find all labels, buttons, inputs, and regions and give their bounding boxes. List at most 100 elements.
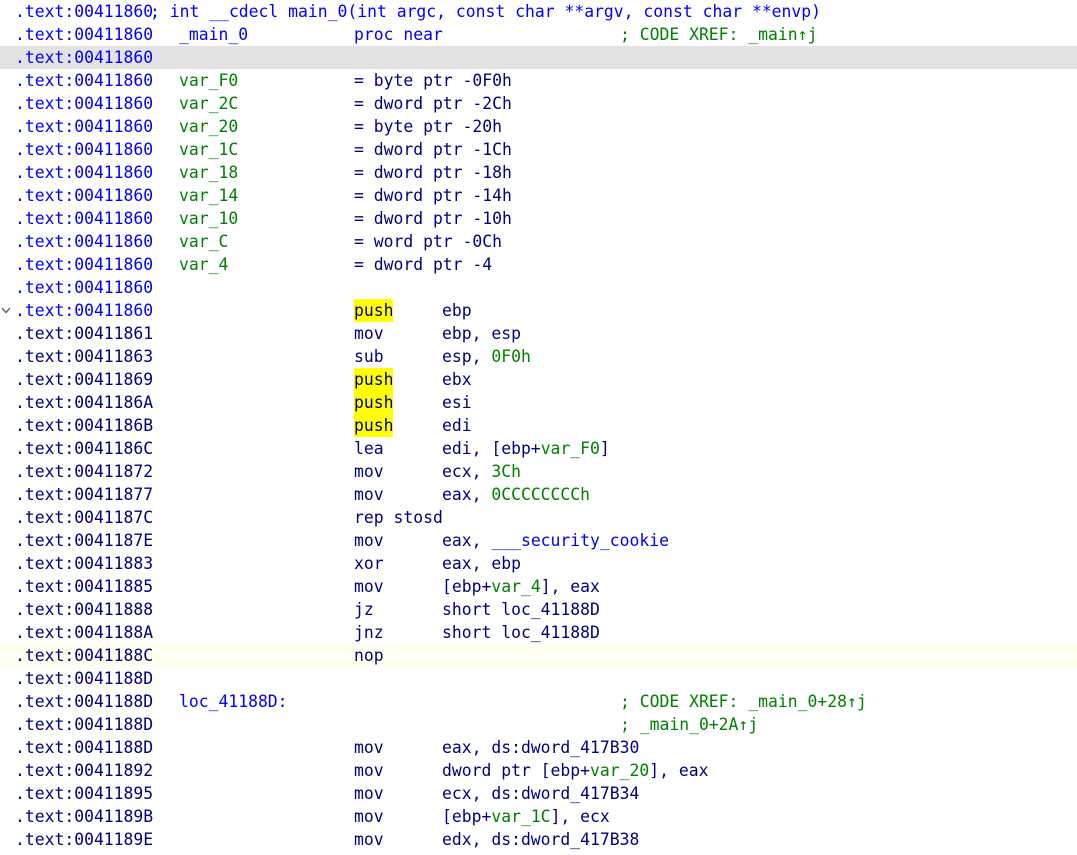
var-def: = dword ptr -2Ch bbox=[354, 94, 512, 113]
stack-var-line[interactable]: .text:00411860 var_20 = byte ptr -20h bbox=[0, 115, 1077, 138]
instruction-line[interactable]: .text:0041189E mov edx, ds:dword_417B38 bbox=[0, 828, 1077, 851]
var-def: = dword ptr -1Ch bbox=[354, 140, 512, 159]
xref-comment[interactable]: ; _main_0+2A↑j bbox=[620, 713, 758, 736]
instruction-line[interactable]: .text:00411883 xor eax, ebp bbox=[0, 552, 1077, 575]
instruction-line[interactable]: .text:0041187E mov eax, ___security_cookie bbox=[0, 529, 1077, 552]
operands[interactable]: ebp, esp bbox=[442, 322, 521, 345]
operands[interactable]: ecx, 3Ch bbox=[442, 460, 521, 483]
address: .text:00411860 bbox=[15, 140, 154, 159]
label-line[interactable]: .text:0041188D loc_41188D: ; CODE XREF: _m… bbox=[0, 690, 1077, 713]
mnemonic[interactable]: mov bbox=[354, 575, 384, 598]
operands[interactable]: dword ptr [ebp+var_20], eax bbox=[442, 759, 708, 782]
var-name[interactable]: var_C bbox=[179, 230, 228, 253]
operands[interactable]: eax, ebp bbox=[442, 552, 521, 575]
operands[interactable]: ecx, ds:dword_417B34 bbox=[442, 782, 639, 805]
stack-var-line[interactable]: .text:00411860 var_4 = dword ptr -4 bbox=[0, 253, 1077, 276]
instruction-line[interactable]: .text:00411861 mov ebp, esp bbox=[0, 322, 1077, 345]
instruction-line[interactable]: .text:0041186B push edi bbox=[0, 414, 1077, 437]
listing-line[interactable]: .text:00411860 bbox=[0, 276, 1077, 299]
var-name[interactable]: var_1C bbox=[179, 138, 238, 161]
listing-line[interactable]: .text:00411860; int __cdecl main_0(int a… bbox=[0, 0, 1077, 23]
stack-var-line[interactable]: .text:00411860 var_2C = dword ptr -2Ch bbox=[0, 92, 1077, 115]
mnemonic[interactable]: mov bbox=[354, 322, 384, 345]
stack-var-line[interactable]: .text:00411860 var_14 = dword ptr -14h bbox=[0, 184, 1077, 207]
mnemonic[interactable]: push bbox=[354, 299, 394, 322]
mnemonic[interactable]: push bbox=[354, 391, 394, 414]
listing-line[interactable]: .text:00411860 _main_0 proc near ; CODE XRE… bbox=[0, 23, 1077, 46]
var-name[interactable]: var_14 bbox=[179, 184, 238, 207]
instruction-line[interactable]: .text:00411888 jz short loc_41188D bbox=[0, 598, 1077, 621]
stack-var-line[interactable]: .text:00411860 var_10 = dword ptr -10h bbox=[0, 207, 1077, 230]
address: .text:00411860 bbox=[15, 2, 154, 21]
var-name[interactable]: var_20 bbox=[179, 115, 238, 138]
var-name[interactable]: var_18 bbox=[179, 161, 238, 184]
xref-comment[interactable]: ; CODE XREF: _main_0+28↑j bbox=[620, 690, 867, 713]
code-label[interactable]: loc_41188D: bbox=[179, 690, 288, 713]
operands[interactable]: [ebp+var_1C], ecx bbox=[442, 805, 610, 828]
mnemonic[interactable]: jz bbox=[354, 598, 374, 621]
instruction-line[interactable]: .text:0041186A push esi bbox=[0, 391, 1077, 414]
stack-var-line[interactable]: .text:00411860 var_18 = dword ptr -18h bbox=[0, 161, 1077, 184]
var-def: = byte ptr -20h bbox=[354, 117, 503, 136]
operands[interactable]: short loc_41188D bbox=[442, 598, 600, 621]
operands[interactable]: esi bbox=[442, 391, 472, 414]
instruction-line[interactable]: .text:0041188D mov eax, ds:dword_417B30 bbox=[0, 736, 1077, 759]
mnemonic[interactable]: mov bbox=[354, 828, 384, 851]
var-name[interactable]: var_F0 bbox=[179, 69, 238, 92]
operands[interactable]: ebp bbox=[442, 299, 472, 322]
mnemonic[interactable]: push bbox=[354, 414, 394, 437]
mnemonic[interactable]: xor bbox=[354, 552, 384, 575]
instruction-line[interactable]: .text:00411863 sub esp, 0F0h bbox=[0, 345, 1077, 368]
operands[interactable]: edi, [ebp+var_F0] bbox=[442, 437, 610, 460]
mnemonic[interactable]: rep stosd bbox=[354, 506, 443, 529]
var-name[interactable]: var_2C bbox=[179, 92, 238, 115]
instruction-line[interactable]: .text:00411872 mov ecx, 3Ch bbox=[0, 460, 1077, 483]
disassembly-listing[interactable]: .text:00411860; int __cdecl main_0(int a… bbox=[0, 0, 1077, 851]
operands[interactable]: eax, ___security_cookie bbox=[442, 529, 669, 552]
instruction-line[interactable]: .text:00411860 push ebp bbox=[0, 299, 1077, 322]
mnemonic[interactable]: sub bbox=[354, 345, 384, 368]
var-name[interactable]: var_4 bbox=[179, 253, 228, 276]
instruction-line[interactable]: .text:0041186C lea edi, [ebp+var_F0] bbox=[0, 437, 1077, 460]
chevron-down-icon[interactable] bbox=[0, 299, 12, 322]
proc-name[interactable]: _main_0 bbox=[179, 23, 248, 46]
stack-var-line[interactable]: .text:00411860 var_F0 = byte ptr -0F0h bbox=[0, 69, 1077, 92]
stack-var-line[interactable]: .text:00411860 var_1C = dword ptr -1Ch bbox=[0, 138, 1077, 161]
operands[interactable]: edi bbox=[442, 414, 472, 437]
mnemonic[interactable]: mov bbox=[354, 805, 384, 828]
instruction-line[interactable]: .text:0041189B mov [ebp+var_1C], ecx bbox=[0, 805, 1077, 828]
mnemonic[interactable]: mov bbox=[354, 782, 384, 805]
mnemonic[interactable]: mov bbox=[354, 529, 384, 552]
instruction-line[interactable]: .text:00411895 mov ecx, ds:dword_417B34 bbox=[0, 782, 1077, 805]
operands[interactable]: [ebp+var_4], eax bbox=[442, 575, 600, 598]
operands[interactable]: esp, 0F0h bbox=[442, 345, 531, 368]
operands[interactable]: edx, ds:dword_417B38 bbox=[442, 828, 639, 851]
mnemonic[interactable]: nop bbox=[354, 644, 384, 667]
mnemonic[interactable]: mov bbox=[354, 759, 384, 782]
stack-var-line[interactable]: .text:00411860 var_C = word ptr -0Ch bbox=[0, 230, 1077, 253]
instruction-line[interactable]: .text:00411885 mov [ebp+var_4], eax bbox=[0, 575, 1077, 598]
mnemonic[interactable]: mov bbox=[354, 460, 384, 483]
listing-line-selected[interactable]: .text:00411860 bbox=[0, 46, 1077, 69]
instruction-line[interactable]: .text:00411869 push ebx bbox=[0, 368, 1077, 391]
address: .text:00411860 bbox=[15, 117, 154, 136]
mnemonic[interactable]: mov bbox=[354, 483, 384, 506]
instruction-line[interactable]: .text:0041187C rep stosd bbox=[0, 506, 1077, 529]
mnemonic[interactable]: lea bbox=[354, 437, 384, 460]
mnemonic[interactable]: push bbox=[354, 368, 394, 391]
xref-comment[interactable]: ; CODE XREF: _main↑j bbox=[620, 23, 817, 46]
operands[interactable]: ebx bbox=[442, 368, 472, 391]
operands[interactable]: eax, ds:dword_417B30 bbox=[442, 736, 639, 759]
var-name[interactable]: var_10 bbox=[179, 207, 238, 230]
operands[interactable]: short loc_41188D bbox=[442, 621, 600, 644]
instruction-line[interactable]: .text:0041188A jnz short loc_41188D bbox=[0, 621, 1077, 644]
instruction-line[interactable]: .text:00411877 mov eax, 0CCCCCCCCh bbox=[0, 483, 1077, 506]
listing-line[interactable]: .text:0041188D ; _main_0+2A↑j bbox=[0, 713, 1077, 736]
instruction-line[interactable]: .text:00411892 mov dword ptr [ebp+var_20],… bbox=[0, 759, 1077, 782]
mnemonic[interactable]: mov bbox=[354, 736, 384, 759]
var-def: = byte ptr -0F0h bbox=[354, 71, 512, 90]
mnemonic[interactable]: jnz bbox=[354, 621, 384, 644]
operands[interactable]: eax, 0CCCCCCCCh bbox=[442, 483, 590, 506]
listing-line[interactable]: .text:0041188D bbox=[0, 667, 1077, 690]
instruction-line-current[interactable]: .text:0041188C nop bbox=[0, 644, 1077, 667]
